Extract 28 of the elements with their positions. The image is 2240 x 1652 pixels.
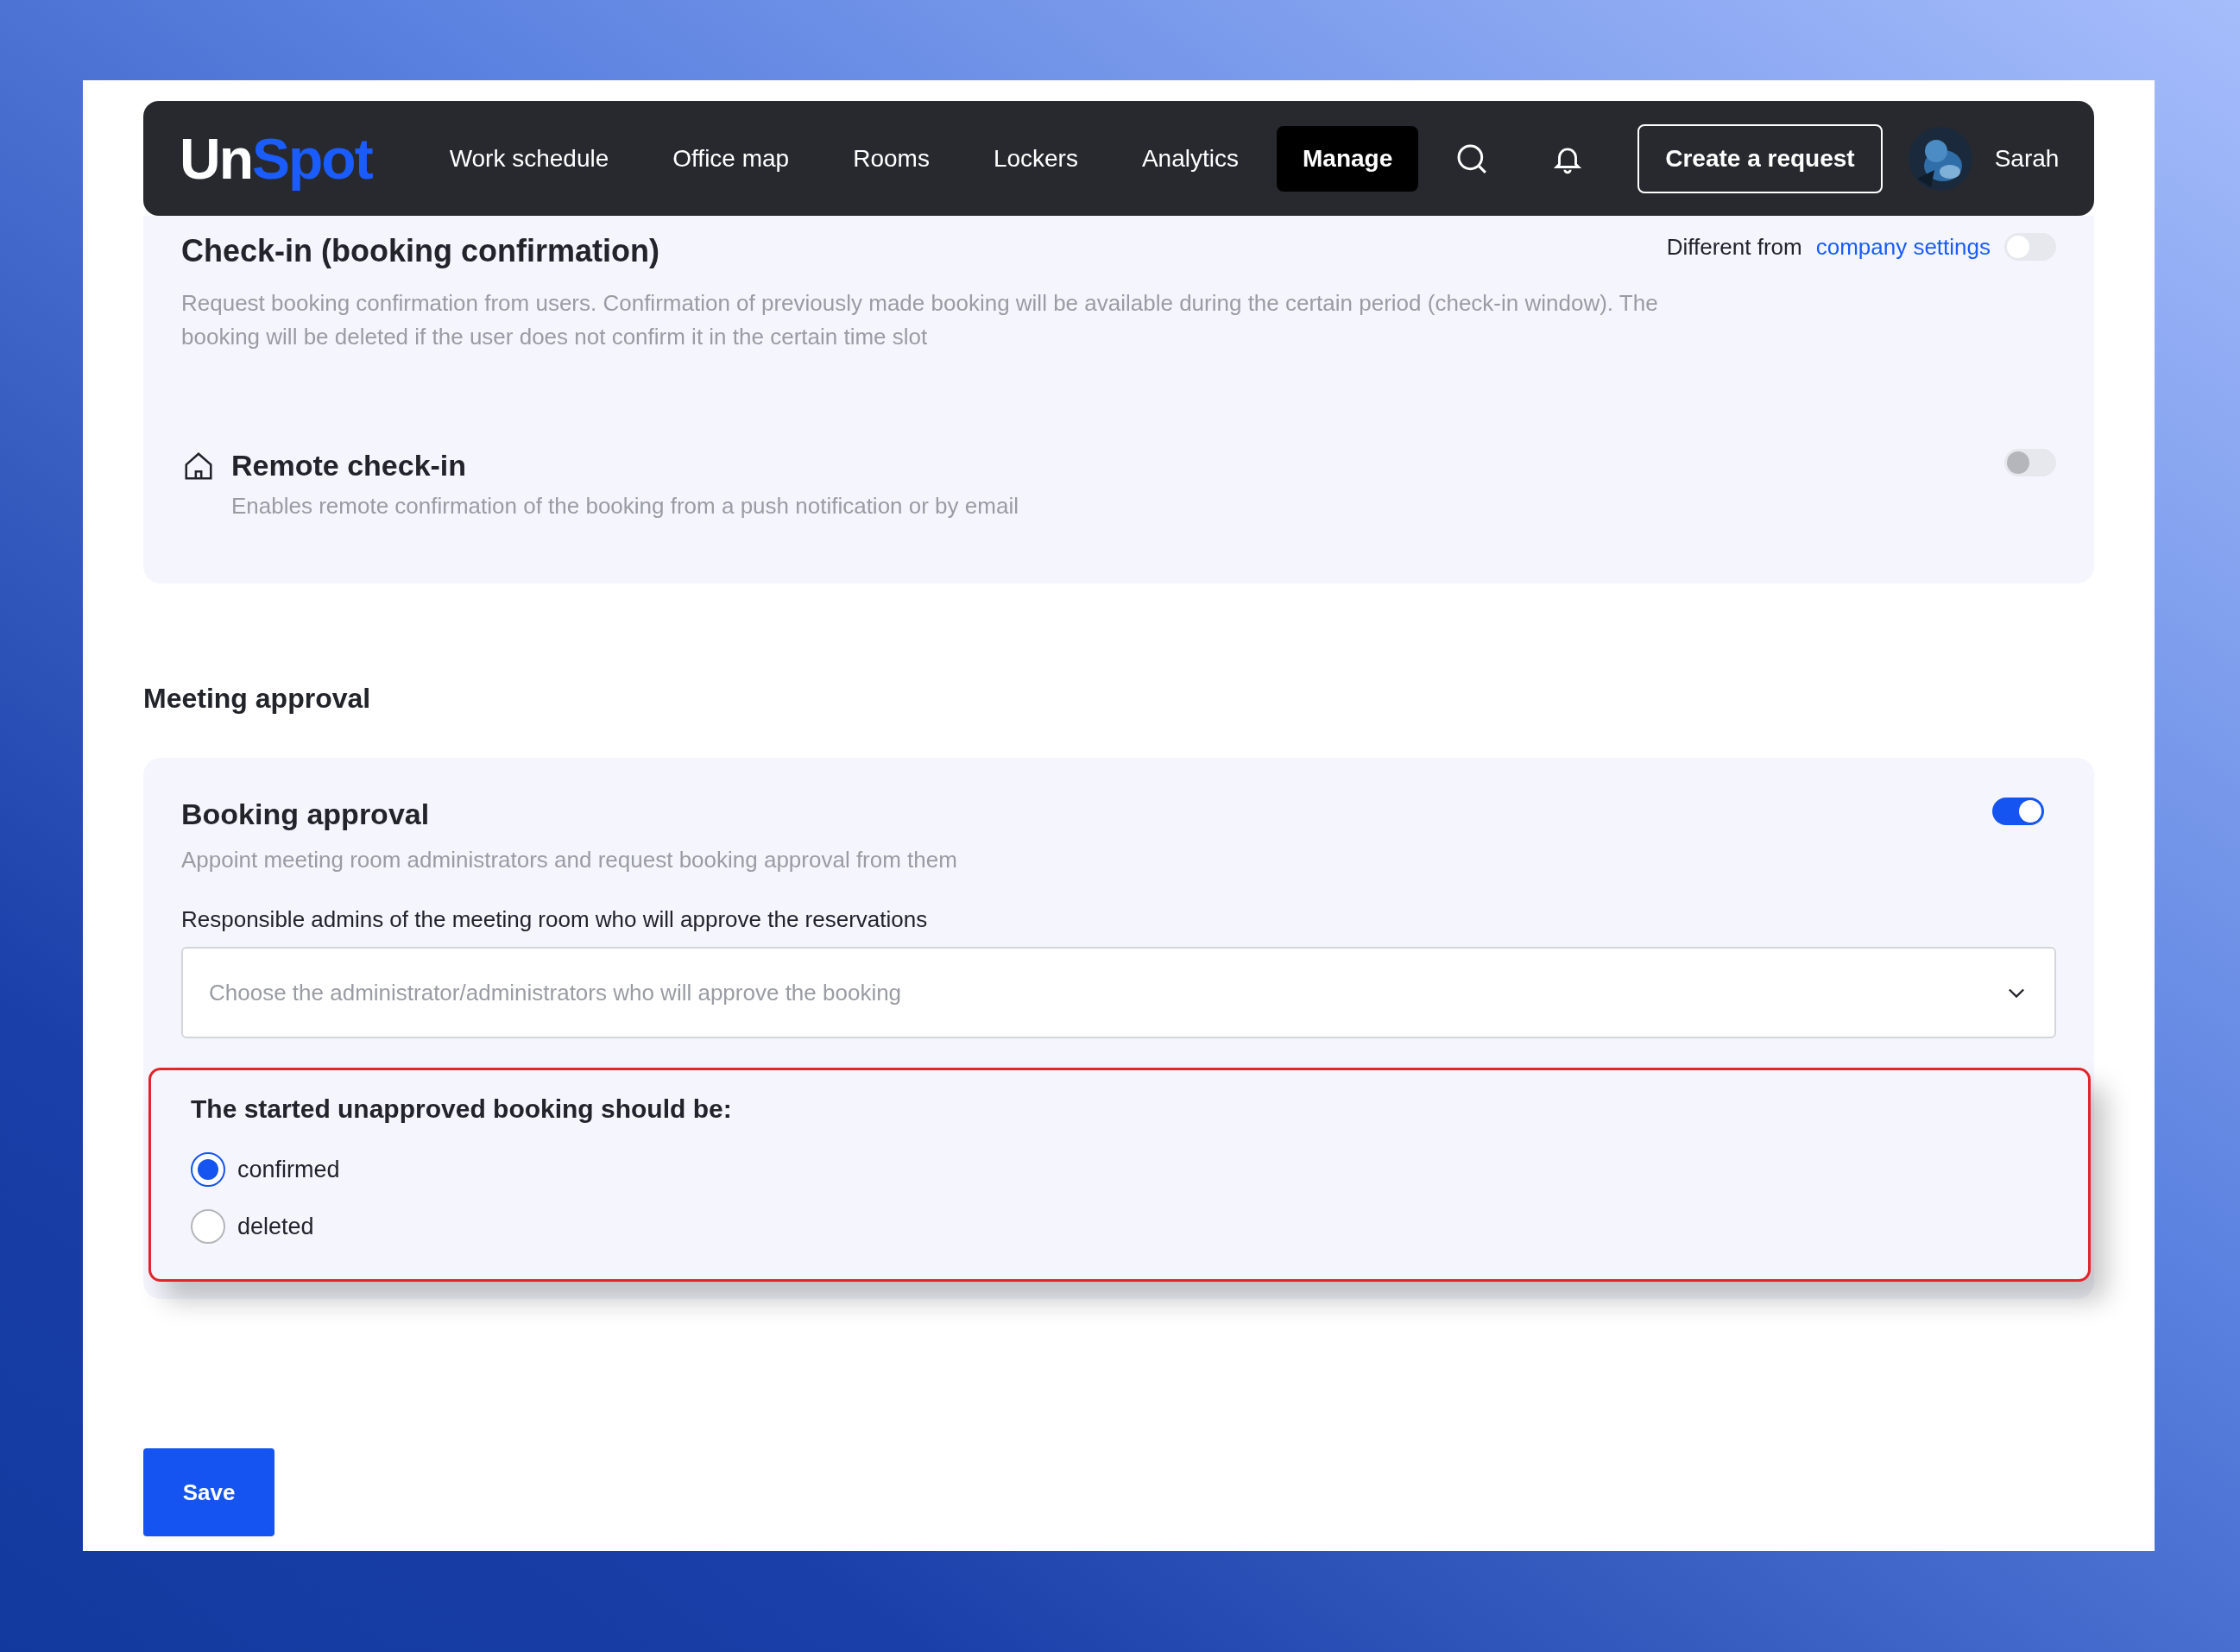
nav-tab[interactable]: Lockers (967, 125, 1104, 192)
radio-option[interactable]: confirmed (191, 1141, 2047, 1198)
section-description: Request booking confirmation from users. Confirmation of previously made booking will be available during the certain period (check-in window). The booking will be deleted if the user does not confirm it in the certain time slot (181, 289, 1659, 351)
toggle-switch[interactable] (1992, 798, 2044, 825)
setting-title: Remote check-in (231, 449, 467, 482)
nav-tab[interactable]: Analytics (1115, 125, 1265, 192)
field-label: Responsible admins of the meeting room who will approve the reservations (181, 906, 929, 933)
logo-text-accent: Spot (252, 125, 372, 192)
override-label: Different from (1666, 233, 1802, 261)
toggle-switch[interactable] (2004, 233, 2056, 261)
nav-tab[interactable]: Manage (1277, 125, 1419, 192)
radio-group-title: The started unapproved booking should be: (191, 1094, 733, 1124)
save-button[interactable]: Save (143, 1448, 274, 1536)
nav-tab[interactable]: Work schedule (423, 125, 635, 192)
company-settings-link[interactable]: company settings (1815, 233, 1991, 261)
nav-tab[interactable]: Office map (647, 125, 816, 192)
radio-option[interactable]: deleted (191, 1198, 2047, 1255)
radio-button[interactable] (191, 1152, 225, 1187)
setting-description: Enables remote confirmation of the booking from a push notification or by email (231, 492, 1019, 520)
create-request-button[interactable]: Create a request (1637, 123, 1883, 193)
setting-description: Appoint meeting room administrators and request booking approval from them (181, 846, 958, 874)
section-heading: Meeting approval (143, 683, 372, 715)
setting-title: Booking approval (181, 798, 430, 831)
user-name[interactable]: Sarah (1994, 144, 2060, 173)
section-title: Check-in (booking confirmation) (181, 233, 659, 269)
radio-button[interactable] (191, 1209, 225, 1244)
nav-tab[interactable]: Rooms (827, 125, 956, 192)
logo-text: Un (180, 125, 252, 192)
